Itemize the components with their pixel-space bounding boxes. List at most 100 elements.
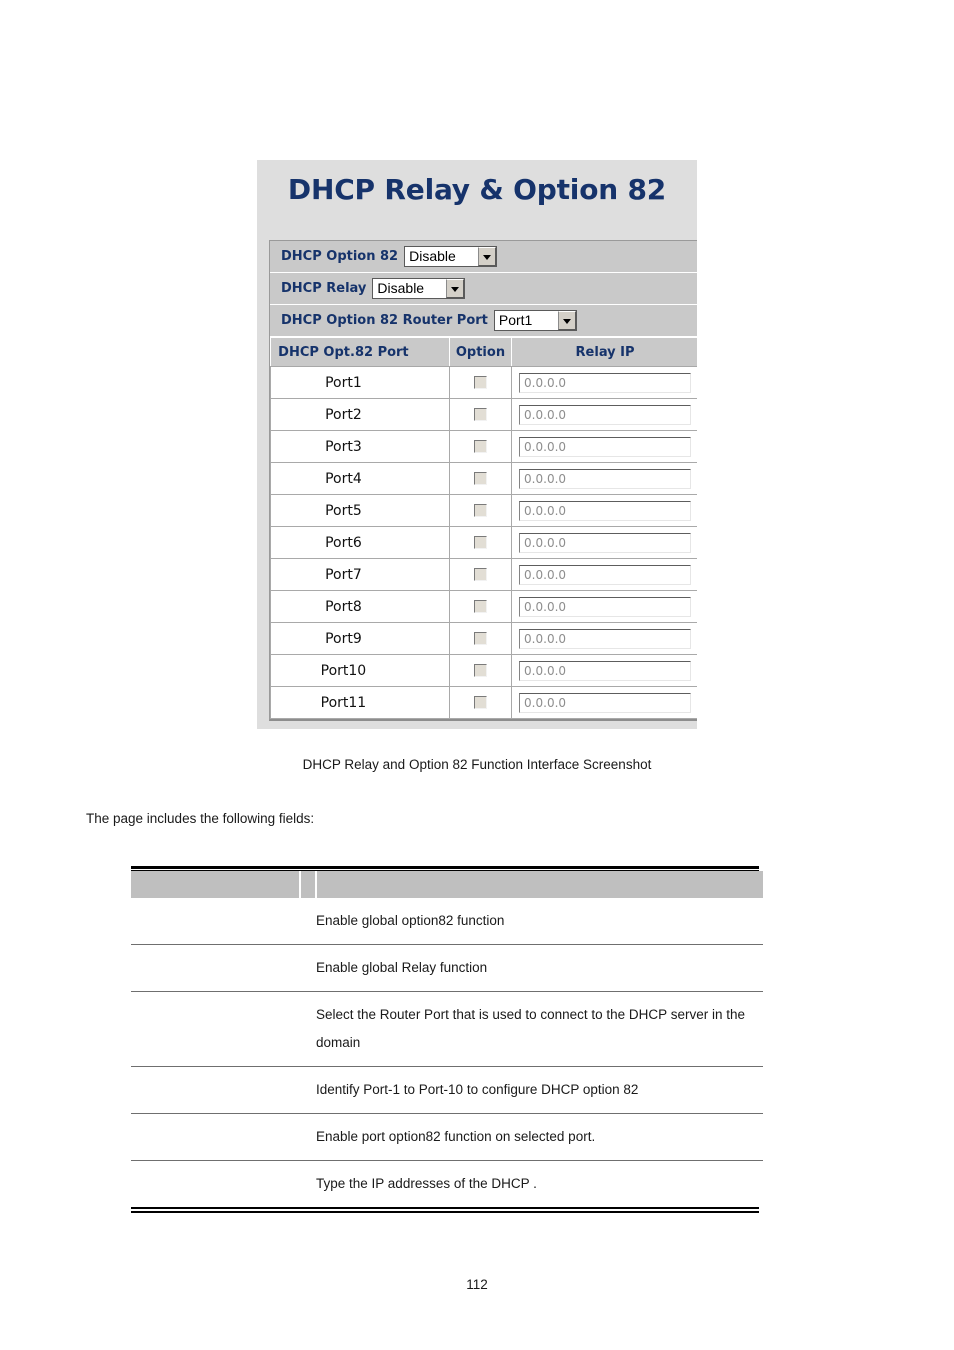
relay-ip-input[interactable]: 0.0.0.0 xyxy=(519,692,692,713)
option-checkbox-cell xyxy=(448,622,513,655)
port-name-cell: Port7 xyxy=(270,558,450,591)
option-checkbox-cell xyxy=(448,462,513,495)
relay-ip-cell: 0.0.0.0 xyxy=(511,430,697,463)
column-header-option: Option xyxy=(448,337,513,367)
port-name-cell: Port5 xyxy=(270,494,450,527)
field-spacer-cell xyxy=(300,1160,316,1207)
field-description-table-body: Enable global option82 function Enable gl… xyxy=(131,898,763,1207)
option-checkbox-cell xyxy=(448,590,513,623)
device-ui-title: DHCP Relay & Option 82 xyxy=(287,173,667,206)
relay-ip-input[interactable]: 0.0.0.0 xyxy=(519,404,692,425)
field-table-header-spacer xyxy=(300,871,317,898)
list-item: Enable global Relay function xyxy=(131,944,763,992)
column-header-relay-ip: Relay IP xyxy=(511,337,697,367)
option-checkbox[interactable] xyxy=(473,696,487,709)
dhcp-port-table-body: Port1 0.0.0.0 Port2 0.0.0.0 Port3 0.0.0.0 Port… xyxy=(270,366,697,719)
option-checkbox[interactable] xyxy=(473,632,487,645)
port-name-cell: Port3 xyxy=(270,430,450,463)
field-spacer-cell xyxy=(300,1066,316,1114)
option-checkbox-cell xyxy=(448,398,513,431)
field-description-table-wrapper: Enable global option82 function Enable gl… xyxy=(131,866,763,1213)
option-checkbox[interactable] xyxy=(473,504,487,517)
dhcp-settings-panel: DHCP Option 82 Disable DHCP Relay Disabl… xyxy=(269,240,697,721)
field-name-cell xyxy=(131,944,300,992)
dhcp-relay-select[interactable]: Disable xyxy=(372,278,466,299)
option-checkbox[interactable] xyxy=(473,408,487,421)
option-checkbox[interactable] xyxy=(473,600,487,613)
relay-ip-cell: 0.0.0.0 xyxy=(511,366,697,399)
field-table-header-row xyxy=(131,871,763,898)
option-checkbox-cell xyxy=(448,686,513,719)
field-spacer-cell xyxy=(300,1113,316,1161)
field-spacer-cell xyxy=(300,898,316,945)
dhcp-option-82-value: Disable xyxy=(409,248,456,264)
chevron-down-icon[interactable] xyxy=(478,247,497,266)
field-name-cell xyxy=(131,991,300,1067)
dhcp-option-82-router-port-label: DHCP Option 82 Router Port xyxy=(281,313,488,328)
field-name-cell xyxy=(131,898,300,945)
dhcp-relay-value: Disable xyxy=(377,280,425,296)
list-item: Enable global option82 function xyxy=(131,898,763,945)
dhcp-relay-label: DHCP Relay xyxy=(281,281,367,296)
table-row: Port8 0.0.0.0 xyxy=(270,590,697,623)
relay-ip-cell: 0.0.0.0 xyxy=(511,590,697,623)
option-checkbox[interactable] xyxy=(473,664,487,677)
option-checkbox-cell xyxy=(448,526,513,559)
relay-ip-input[interactable]: 0.0.0.0 xyxy=(519,372,692,393)
table-top-rule xyxy=(131,866,759,869)
relay-ip-cell: 0.0.0.0 xyxy=(511,398,697,431)
dhcp-option-82-router-port-select[interactable]: Port1 xyxy=(493,310,577,331)
dhcp-option-82-label: DHCP Option 82 xyxy=(281,249,399,264)
table-row: Port10 0.0.0.0 xyxy=(270,654,697,687)
table-row: Port6 0.0.0.0 xyxy=(270,526,697,559)
table-row: Port2 0.0.0.0 xyxy=(270,398,697,431)
field-spacer-cell xyxy=(300,944,316,992)
relay-ip-cell: 0.0.0.0 xyxy=(511,686,697,719)
relay-ip-cell: 0.0.0.0 xyxy=(511,558,697,591)
list-item: Select the Router Port that is used to c… xyxy=(131,991,763,1067)
table-row: Port5 0.0.0.0 xyxy=(270,494,697,527)
relay-ip-input[interactable]: 0.0.0.0 xyxy=(519,628,692,649)
chevron-down-icon[interactable] xyxy=(446,279,465,298)
relay-ip-input[interactable]: 0.0.0.0 xyxy=(519,500,692,521)
option-checkbox-cell xyxy=(448,558,513,591)
dhcp-option-82-router-port-row: DHCP Option 82 Router Port Port1 xyxy=(270,305,697,337)
relay-ip-input[interactable]: 0.0.0.0 xyxy=(519,596,692,617)
table-header-row: DHCP Opt.82 Port Option Relay IP xyxy=(270,337,697,367)
option-checkbox[interactable] xyxy=(473,536,487,549)
list-item: Identify Port-1 to Port-10 to configure … xyxy=(131,1066,763,1114)
option-checkbox[interactable] xyxy=(473,376,487,389)
column-header-port: DHCP Opt.82 Port xyxy=(270,337,450,367)
option-checkbox[interactable] xyxy=(473,440,487,453)
relay-ip-input[interactable]: 0.0.0.0 xyxy=(519,468,692,489)
dhcp-option-82-select[interactable]: Disable xyxy=(404,246,498,267)
relay-ip-input[interactable]: 0.0.0.0 xyxy=(519,564,692,585)
relay-ip-cell: 0.0.0.0 xyxy=(511,462,697,495)
relay-ip-input[interactable]: 0.0.0.0 xyxy=(519,436,692,457)
option-checkbox[interactable] xyxy=(473,568,487,581)
relay-ip-input[interactable]: 0.0.0.0 xyxy=(519,532,692,553)
port-name-cell: Port10 xyxy=(270,654,450,687)
relay-ip-cell: 0.0.0.0 xyxy=(511,494,697,527)
port-name-cell: Port9 xyxy=(270,622,450,655)
option-checkbox-cell xyxy=(448,654,513,687)
port-name-cell: Port1 xyxy=(270,366,450,399)
device-ui-screenshot: DHCP Relay & Option 82 DHCP Option 82 Di… xyxy=(257,160,697,729)
table-bottom-rule-inner xyxy=(131,1207,759,1209)
field-description-cell: Type the IP addresses of the DHCP . xyxy=(316,1160,763,1207)
field-table-header-description xyxy=(316,871,763,898)
relay-ip-input[interactable]: 0.0.0.0 xyxy=(519,660,692,681)
relay-ip-cell: 0.0.0.0 xyxy=(511,526,697,559)
port-name-cell: Port6 xyxy=(270,526,450,559)
port-name-cell: Port11 xyxy=(270,686,450,719)
option-checkbox[interactable] xyxy=(473,472,487,485)
list-item: Type the IP addresses of the DHCP . xyxy=(131,1160,763,1207)
chevron-down-icon[interactable] xyxy=(557,311,576,330)
relay-ip-cell: 0.0.0.0 xyxy=(511,654,697,687)
table-row: Port9 0.0.0.0 xyxy=(270,622,697,655)
table-row: Port3 0.0.0.0 xyxy=(270,430,697,463)
dhcp-port-table: DHCP Opt.82 Port Option Relay IP Port1 0.… xyxy=(270,337,697,719)
field-description-cell: Identify Port-1 to Port-10 to configure … xyxy=(316,1066,763,1114)
table-row: Port4 0.0.0.0 xyxy=(270,462,697,495)
lead-text: The page includes the following fields: xyxy=(86,811,315,826)
